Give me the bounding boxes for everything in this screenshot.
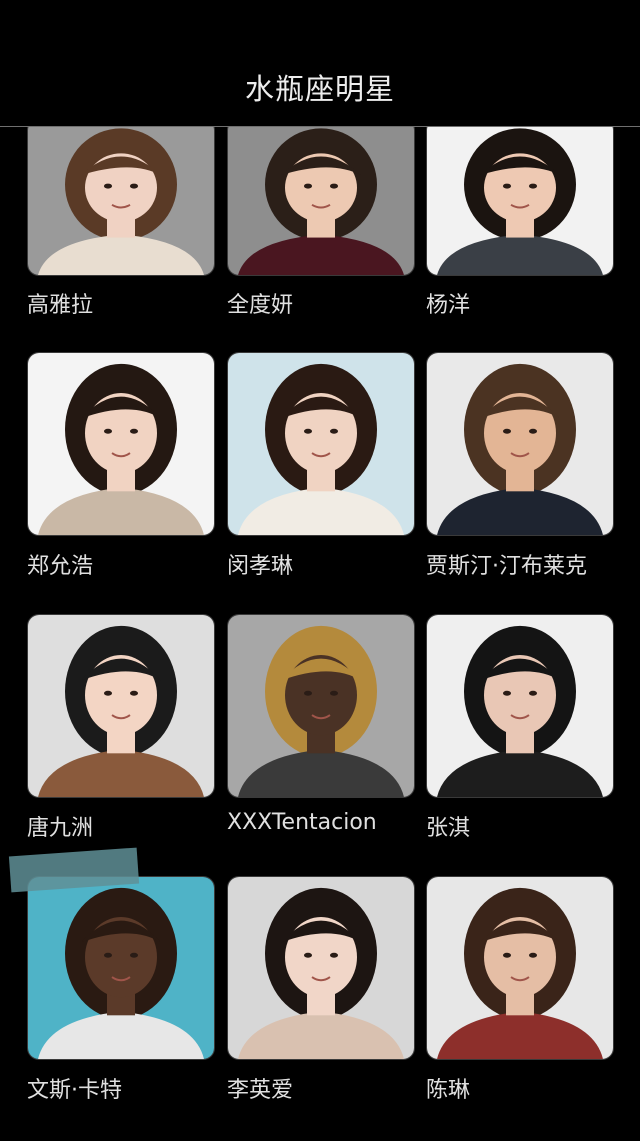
celebrity-card[interactable]: 张淇	[426, 614, 614, 842]
celebrity-card[interactable]: 闵孝琳	[227, 352, 415, 580]
celebrity-name: 杨洋	[426, 293, 471, 318]
celebrity-card[interactable]: 贾斯汀·汀布莱克	[426, 352, 614, 580]
celebrity-photo[interactable]	[426, 614, 614, 798]
celebrity-card[interactable]: 郑允浩	[27, 352, 215, 580]
celebrity-name: 陈琳	[426, 1078, 471, 1103]
celebrity-name: 文斯·卡特	[27, 1078, 122, 1103]
celebrity-photo[interactable]	[27, 876, 215, 1060]
celebrity-photo[interactable]	[227, 118, 415, 276]
celebrity-card[interactable]: 杨洋	[426, 118, 614, 319]
celebrity-photo[interactable]	[227, 352, 415, 536]
page-title: 水瓶座明星	[244, 72, 395, 106]
celebrity-photo[interactable]	[27, 614, 215, 798]
celebrity-name: 郑允浩	[27, 554, 94, 579]
header-bar: 水瓶座明星	[0, 0, 640, 127]
celebrity-name: 全度妍	[227, 293, 294, 318]
celebrity-name: 闵孝琳	[227, 554, 294, 579]
celebrity-card[interactable]: 全度妍	[227, 118, 415, 319]
celebrity-card[interactable]: 文斯·卡特	[27, 876, 215, 1104]
celebrity-photo[interactable]	[426, 876, 614, 1060]
celebrity-name: 贾斯汀·汀布莱克	[426, 554, 587, 579]
celebrity-photo[interactable]	[227, 876, 415, 1060]
celebrity-photo[interactable]	[27, 118, 215, 276]
celebrity-photo[interactable]	[227, 614, 415, 798]
header-divider	[0, 126, 640, 127]
celebrity-name: 唐九洲	[27, 816, 94, 841]
celebrity-photo[interactable]	[426, 352, 614, 536]
celebrity-name: XXXTentacion	[227, 810, 377, 835]
celebrity-photo[interactable]	[27, 352, 215, 536]
celebrity-name: 李英爱	[227, 1078, 294, 1103]
celebrity-photo[interactable]	[426, 118, 614, 276]
celebrity-card[interactable]: XXXTentacion	[227, 614, 415, 842]
celebrity-grid: 高雅拉 全度妍 杨洋郑允浩 闵孝琳 贾斯汀·汀布莱克唐九洲 XXXTentacion 张淇文…	[0, 0, 640, 1141]
celebrity-card[interactable]: 陈琳	[426, 876, 614, 1104]
celebrity-name: 张淇	[426, 816, 471, 841]
celebrity-card[interactable]: 唐九洲	[27, 614, 215, 842]
celebrity-card[interactable]: 李英爱	[227, 876, 415, 1104]
celebrity-card[interactable]: 高雅拉	[27, 118, 215, 319]
celebrity-name: 高雅拉	[27, 293, 94, 318]
